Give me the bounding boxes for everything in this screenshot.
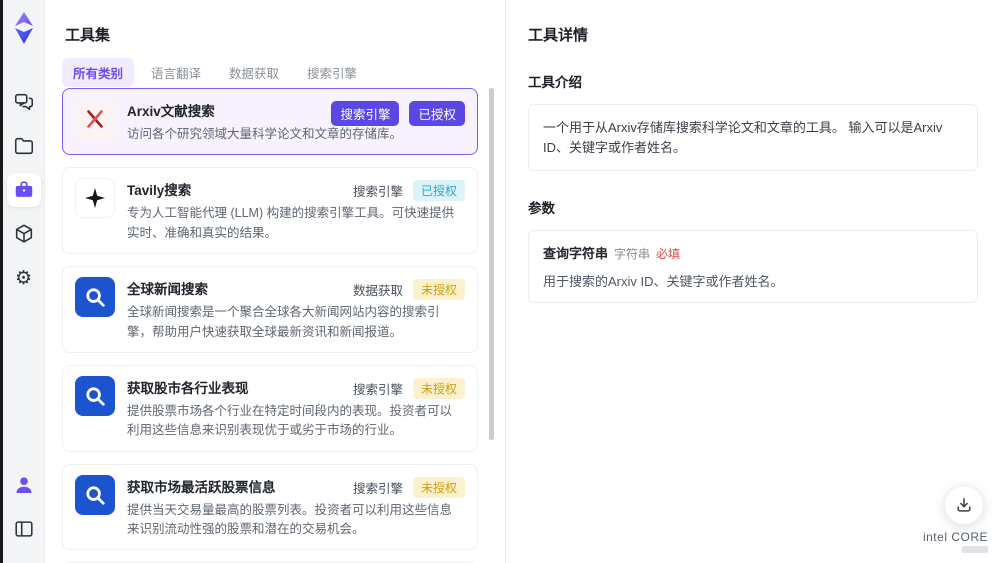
app-logo-icon	[9, 10, 39, 46]
intel-core-logo: intel CORE	[923, 530, 988, 553]
gear-icon[interactable]: ⚙	[7, 261, 41, 295]
tool-auth-badge: 未授权	[412, 476, 465, 498]
avatar-icon[interactable]	[7, 468, 41, 502]
arxiv-icon	[75, 99, 115, 139]
industry-performance-icon	[75, 375, 115, 416]
tool-auth-badge: 未授权	[412, 377, 465, 399]
page-title: 工具集	[65, 27, 111, 44]
param-required-flag: 必填	[656, 247, 681, 261]
briefcase-icon[interactable]	[6, 173, 41, 207]
detail-title: 工具详情	[528, 27, 589, 44]
intro-heading: 工具介绍	[528, 75, 582, 90]
panel-toggle-icon[interactable]	[7, 512, 41, 546]
active-stocks-icon	[75, 474, 115, 515]
tool-card[interactable]: 全球新闻搜索 全球新闻搜索是一个聚合全球各大新闻网站内容的搜索引擎，帮助用户快速…	[62, 266, 478, 353]
download-button[interactable]	[944, 485, 984, 525]
param-description: 用于搜索的Arxiv ID、关键字或作者姓名。	[543, 274, 784, 289]
params-list: 查询字符串 字符串 必填 用于搜索的Arxiv ID、关键字或作者姓名。	[528, 230, 978, 303]
tavily-star-icon	[75, 178, 115, 219]
tool-auth-badge: 已授权	[409, 101, 465, 126]
tool-card[interactable]: 获取市场最活跃股票信息 提供当天交易量最高的股票列表。投资者可以利用这些信息来识…	[62, 463, 478, 551]
tool-category-tag: 搜索引擎	[352, 481, 403, 496]
intro-card: 一个用于从Arxiv存储库搜索科学论文和文章的工具。 输入可以是Arxiv ID…	[528, 104, 978, 171]
tab-category-1[interactable]: 语言翻译	[140, 58, 212, 87]
param-type: 字符串	[614, 247, 651, 261]
tool-category-tag: 数据获取	[352, 284, 403, 299]
folder-icon[interactable]	[7, 129, 41, 163]
toolset-panel: 工具集 所有类别 语言翻译 数据获取 搜索引擎 Arxiv文献搜索 访问各个研究领域大…	[45, 0, 505, 563]
tool-detail-panel: 工具详情 工具介绍 一个用于从Arxiv存储库搜索科学论文和文章的工具。 输入可…	[505, 0, 1000, 563]
tool-card[interactable]: Tavily搜索 专为人工智能代理 (LLM) 构建的搜索引擎工具。可快速提供实…	[62, 167, 478, 255]
intel-core-text: intel CORE	[922, 530, 988, 544]
tool-description: 提供股票市场各个行业在特定时间段内的表现。投资者可以利用这些信息来识别表现优于或…	[127, 403, 453, 438]
tool-description: 全球新闻搜索是一个聚合全球各大新闻网站内容的搜索引擎，帮助用户快速获取全球最新资…	[127, 305, 440, 339]
params-heading: 参数	[528, 201, 555, 216]
global-news-icon	[75, 277, 115, 318]
download-icon	[957, 498, 971, 512]
tab-category-3[interactable]: 搜索引擎	[296, 58, 368, 87]
tool-category-tag: 搜索引擎	[352, 382, 403, 397]
cube-icon[interactable]	[7, 217, 41, 251]
scrollbar-thumb[interactable]	[489, 88, 494, 440]
param-name: 查询字符串	[543, 246, 609, 261]
tool-description: 提供当天交易量最高的股票列表。投资者可以利用这些信息来识别流动性强的股票和潜在的…	[127, 502, 453, 536]
tab-category-2[interactable]: 数据获取	[218, 58, 290, 87]
tab-category-0[interactable]: 所有类别	[62, 58, 135, 87]
tool-auth-badge: 已授权	[412, 180, 465, 202]
tool-category-tag: 搜索引擎	[352, 185, 403, 200]
tool-card[interactable]: 获取股市各行业表现 提供股票市场各个行业在特定时间段内的表现。投资者可以利用这些…	[62, 364, 478, 452]
tool-category-tag: 搜索引擎	[331, 101, 400, 126]
tool-description: 专为人工智能代理 (LLM) 构建的搜索引擎工具。可快速提供实时、准确和真实的结…	[127, 206, 455, 240]
param-card: 查询字符串 字符串 必填 用于搜索的Arxiv ID、关键字或作者姓名。	[528, 230, 978, 303]
tool-list: Arxiv文献搜索 访问各个研究领域大量科学论文和文章的存储库。 搜索引擎 已授…	[62, 88, 478, 563]
tool-card[interactable]: Arxiv文献搜索 访问各个研究领域大量科学论文和文章的存储库。 搜索引擎 已授…	[62, 88, 478, 156]
intel-sub-badge	[962, 546, 988, 553]
chat-icon[interactable]	[7, 85, 41, 119]
tool-auth-badge: 未授权	[412, 279, 465, 301]
sidebar: ⚙	[3, 0, 45, 563]
tool-description: 访问各个研究领域大量科学论文和文章的存储库。	[127, 127, 403, 141]
category-tabs: 所有类别 语言翻译 数据获取 搜索引擎	[62, 58, 368, 87]
